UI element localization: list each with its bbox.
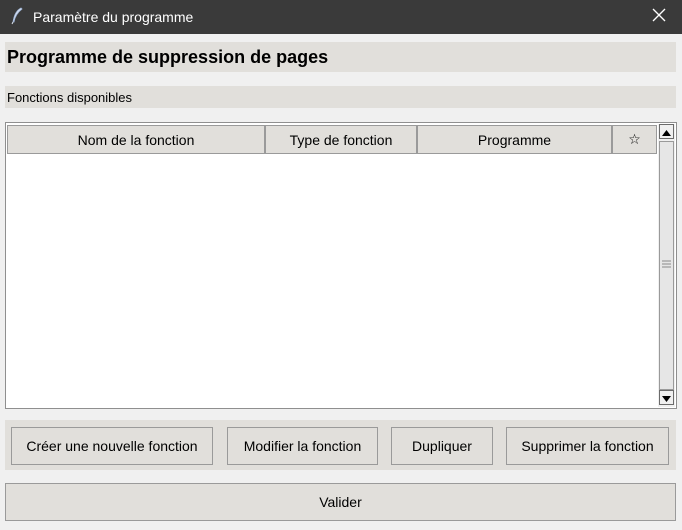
vertical-scrollbar[interactable] <box>658 124 675 407</box>
column-header-function-type[interactable]: Type de fonction <box>265 125 417 154</box>
feather-quill-icon <box>10 7 24 25</box>
settings-window: Paramètre du programme Programme de supp… <box>0 0 682 530</box>
delete-function-button[interactable]: Supprimer la fonction <box>506 427 669 465</box>
section-label-bar: Fonctions disponibles <box>5 86 676 108</box>
duplicate-button[interactable]: Dupliquer <box>391 427 493 465</box>
title-bar[interactable]: Paramètre du programme <box>0 0 682 34</box>
window-title: Paramètre du programme <box>33 9 194 25</box>
arrow-down-icon <box>662 389 671 407</box>
arrow-up-icon <box>662 123 671 141</box>
scrollbar-thumb[interactable] <box>659 141 674 390</box>
create-function-button[interactable]: Créer une nouvelle fonction <box>11 427 213 465</box>
close-button[interactable] <box>636 0 682 34</box>
modify-function-button[interactable]: Modifier la fonction <box>227 427 378 465</box>
page-title: Programme de suppression de pages <box>7 47 329 67</box>
functions-table[interactable]: Nom de la fonction Type de fonction Prog… <box>5 122 677 409</box>
page-heading-bar: Programme de suppression de pages <box>5 42 676 72</box>
action-button-row: Créer une nouvelle fonction Modifier la … <box>5 420 676 470</box>
table-header: Nom de la fonction Type de fonction Prog… <box>7 124 657 155</box>
validate-button[interactable]: Valider <box>5 483 676 521</box>
column-header-program[interactable]: Programme <box>417 125 612 154</box>
column-header-function-name[interactable]: Nom de la fonction <box>7 125 265 154</box>
dialog-content: Programme de suppression de pages Foncti… <box>0 34 682 530</box>
scroll-up-button[interactable] <box>659 124 674 139</box>
scroll-down-button[interactable] <box>659 390 674 405</box>
close-icon <box>652 8 666 27</box>
column-header-favorite[interactable]: ☆ <box>612 125 657 154</box>
section-label: Fonctions disponibles <box>7 90 133 105</box>
